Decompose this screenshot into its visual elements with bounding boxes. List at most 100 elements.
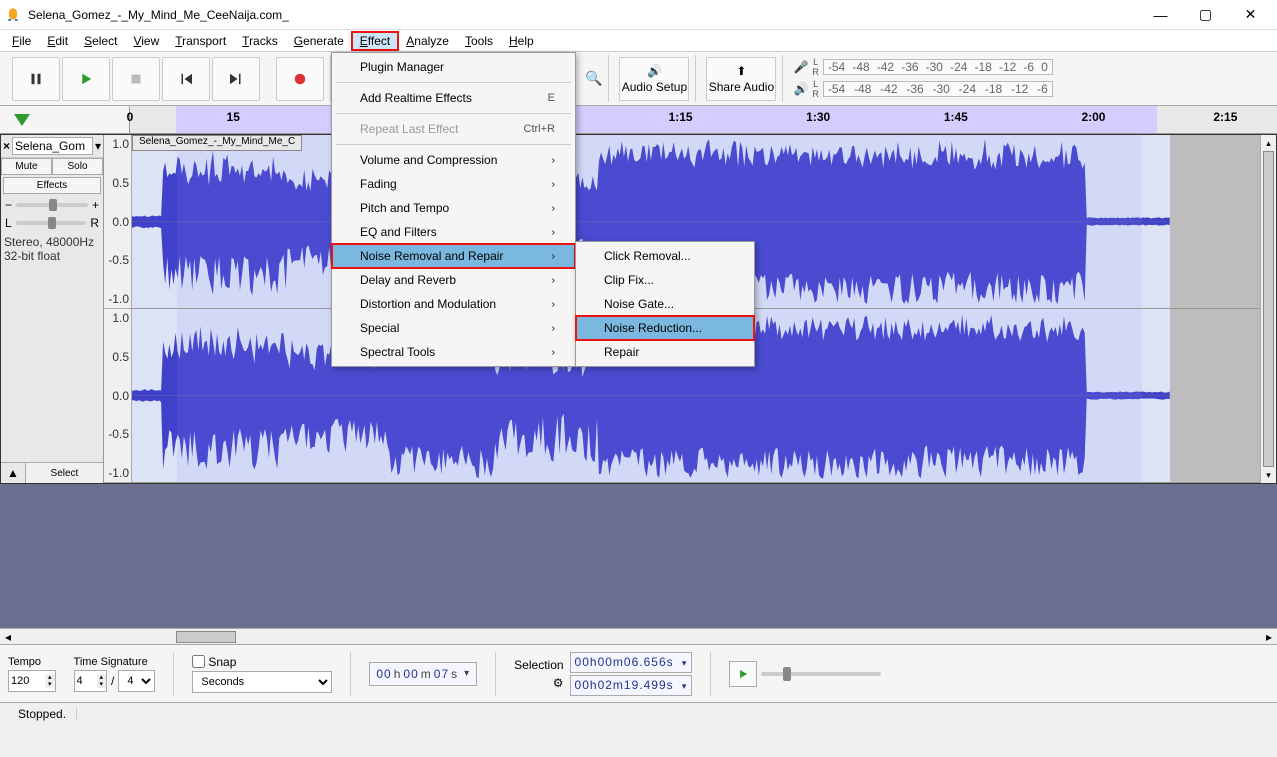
effect-item-eq-and-filters[interactable]: EQ and Filters› [332,220,575,244]
play-meter-lr: LR [812,79,819,99]
menu-transport[interactable]: Transport [167,32,234,50]
track-menu-dropdown[interactable]: ▾ [95,139,101,153]
record-button[interactable] [276,57,324,101]
timeline-ruler[interactable]: 0151:151:301:452:002:152:30 [0,106,1277,134]
time-format-dropdown[interactable]: ▾ [464,668,470,679]
noise-item-noise-gate-[interactable]: Noise Gate... [576,292,754,316]
snap-checkbox[interactable] [192,655,205,668]
menu-file[interactable]: File [4,32,39,50]
record-meter[interactable]: -54-48-42-36-30-24-18-12-60 [823,59,1053,75]
effect-item-fading[interactable]: Fading› [332,172,575,196]
toolbar-spacer [262,57,274,101]
solo-button[interactable]: Solo [52,158,103,175]
pan-l-label: L [5,216,12,230]
gain-slider[interactable] [16,203,88,207]
menu-bar: FileEditSelectViewTransportTracksGenerat… [0,30,1277,52]
noise-item-clip-fix-[interactable]: Clip Fix... [576,268,754,292]
tempo-spinbox[interactable]: ▴▾ [8,670,56,692]
effect-item-noise-removal-and-repair[interactable]: Noise Removal and Repair› [332,244,575,268]
horizontal-scrollbar[interactable]: ◂ ▸ [0,628,1277,644]
tempo-up[interactable]: ▴ [45,674,55,681]
close-button[interactable]: ✕ [1228,0,1273,30]
maximize-button[interactable]: ▢ [1183,0,1228,30]
tempo-down[interactable]: ▾ [45,681,55,688]
menu-analyze[interactable]: Analyze [398,32,457,50]
effect-item-pitch-and-tempo[interactable]: Pitch and Tempo› [332,196,575,220]
timesig-slash: / [111,674,114,688]
clip-title[interactable]: Selena_Gomez_-_My_Mind_Me_C [132,135,302,151]
skip-end-button[interactable] [212,57,260,101]
track-select-button[interactable]: Select [25,463,103,483]
effect-item-volume-and-compression[interactable]: Volume and Compression› [332,148,575,172]
track-format-info: Stereo, 48000Hz 32-bit float [1,232,103,266]
audio-setup-label: Audio Setup [622,80,687,94]
effect-item-add-realtime-effects[interactable]: Add Realtime EffectsE [332,86,575,110]
track-name[interactable]: Selena_Gom [12,137,93,155]
playback-speed-slider[interactable] [761,672,881,676]
bottom-toolbar: Tempo ▴▾ Time Signature ▴▾ / 4 Snap Seco… [0,644,1277,702]
title-bar: Selena_Gomez_-_My_Mind_Me_CeeNaija.com_ … [0,0,1277,30]
menu-view[interactable]: View [125,32,167,50]
noise-item-repair[interactable]: Repair [576,340,754,364]
settings-gear-icon[interactable]: ⚙ [553,676,564,690]
play-button[interactable] [62,57,110,101]
playback-meter[interactable]: -54-48-42-36-30-24-18-12-6 [823,81,1053,97]
share-audio-button[interactable]: ⬆ Share Audio [706,57,776,101]
effect-item-special[interactable]: Special› [332,316,575,340]
menu-edit[interactable]: Edit [39,32,76,50]
audio-setup-button[interactable]: 🔊 Audio Setup [619,57,689,101]
timesig-num-input[interactable] [75,673,97,689]
effect-item-spectral-tools[interactable]: Spectral Tools› [332,340,575,364]
rec-meter-lr: LR [812,57,819,77]
menu-generate[interactable]: Generate [286,32,352,50]
timesig-num-spinbox[interactable]: ▴▾ [74,670,108,692]
play-at-speed-button[interactable] [729,661,757,687]
menu-select[interactable]: Select [76,32,125,50]
tempo-input[interactable] [9,673,45,689]
effect-item-distortion-and-modulation[interactable]: Distortion and Modulation› [332,292,575,316]
scroll-right-button[interactable]: ▸ [1261,630,1277,644]
snap-label: Snap [208,655,236,669]
skip-start-button[interactable] [162,57,210,101]
selection-end-display[interactable]: 00h02m19.499s ▾ [570,675,693,696]
empty-track-area[interactable]: ◂ ▸ [0,484,1277,644]
effect-item-plugin-manager[interactable]: Plugin Manager [332,55,575,79]
effects-button[interactable]: Effects [3,177,101,194]
time-position-display[interactable]: 00h 00m 07s ▾ [369,662,477,686]
noise-item-noise-reduction-[interactable]: Noise Reduction... [576,316,754,340]
track-close-button[interactable]: × [3,139,10,153]
pause-button[interactable] [12,57,60,101]
amplitude-scale: 1.00.50.0-0.5-1.0 1.00.50.0-0.5-1.0 [104,135,132,483]
mic-icon[interactable]: 🎤 [793,60,808,74]
menu-tools[interactable]: Tools [457,32,501,50]
scroll-left-button[interactable]: ◂ [0,630,16,644]
timeline-selection[interactable] [176,106,1157,133]
timeline-marker-area [0,106,130,133]
noise-item-click-removal-[interactable]: Click Removal... [576,244,754,268]
effect-item-delay-and-reverb[interactable]: Delay and Reverb› [332,268,575,292]
selection-label: Selection [514,658,563,672]
minimize-button[interactable]: ― [1138,0,1183,30]
vertical-scrollbar[interactable]: ▴ ▾ [1260,135,1276,483]
hscroll-thumb[interactable] [176,631,236,643]
menu-tracks[interactable]: Tracks [234,32,286,50]
snap-select[interactable]: Seconds [192,671,332,693]
speaker-out-icon[interactable]: 🔊 [793,82,808,96]
effect-menu-dropdown[interactable]: Plugin ManagerAdd Realtime EffectsERepea… [331,52,576,367]
stop-button[interactable] [112,57,160,101]
zoom-fit-icon[interactable]: 🔍 [585,70,602,87]
play-marker-icon[interactable] [14,114,30,126]
scroll-up-button[interactable]: ▴ [1261,135,1276,151]
noise-removal-submenu[interactable]: Click Removal...Clip Fix...Noise Gate...… [575,241,755,367]
transport-toolbar: 🔍 🔊 Audio Setup ⬆ Share Audio 🎤 LR -54-4… [0,52,1277,106]
menu-effect[interactable]: Effect [352,32,398,50]
track-collapse-button[interactable]: ▲ [1,463,25,483]
status-text: Stopped. [8,707,77,721]
selection-start-display[interactable]: 00h00m06.656s ▾ [570,652,693,673]
scroll-down-button[interactable]: ▾ [1261,467,1276,483]
pan-slider[interactable] [16,221,87,225]
mute-button[interactable]: Mute [1,158,52,175]
timesig-den-select[interactable]: 4 [118,670,155,692]
menu-help[interactable]: Help [501,32,542,50]
tempo-label: Tempo [8,656,56,668]
